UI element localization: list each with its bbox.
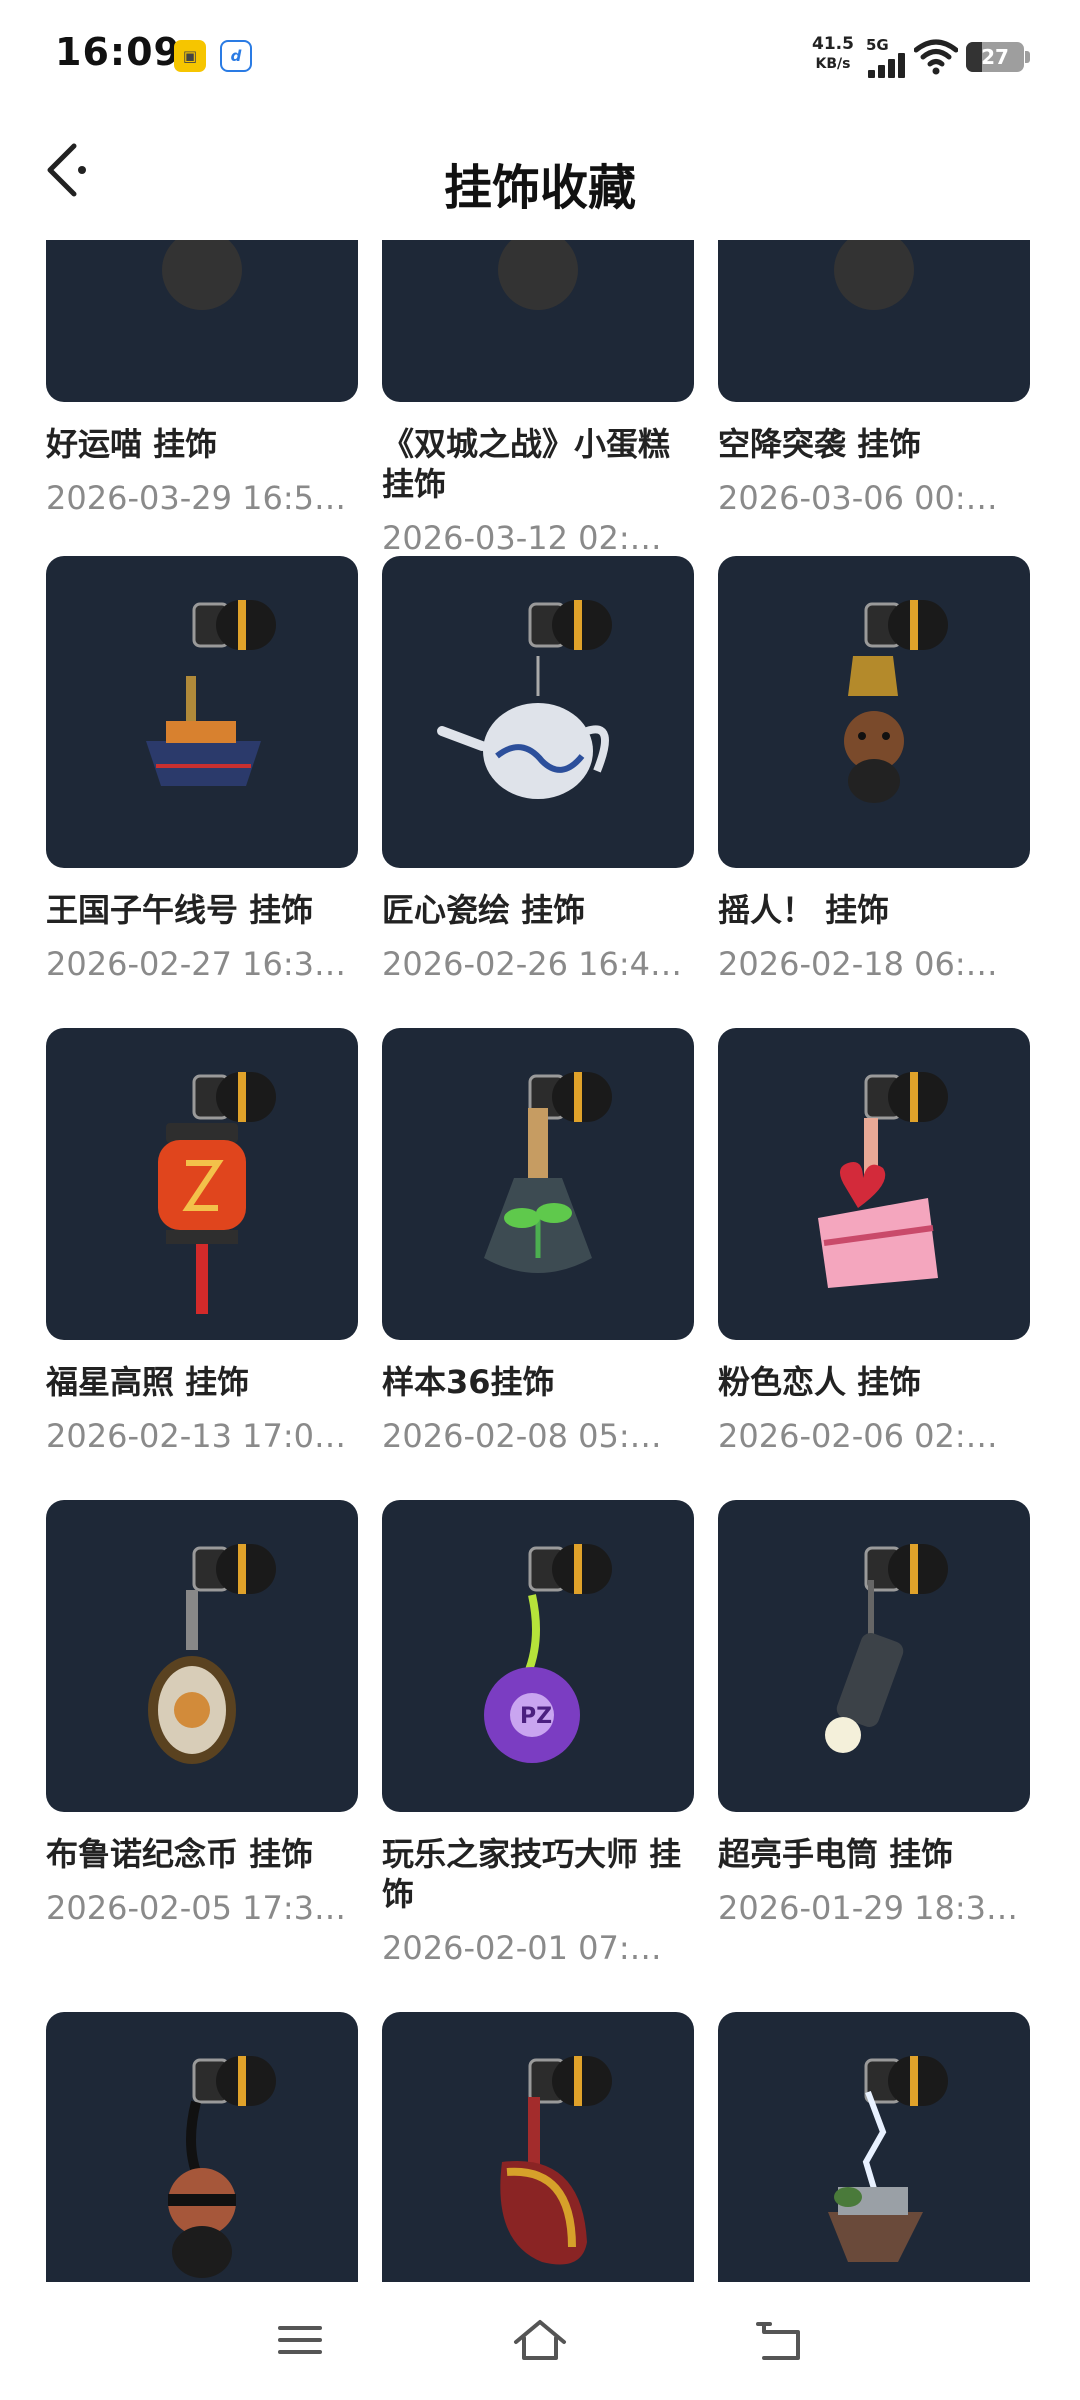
charm-item[interactable]: 布鲁诺纪念币 挂饰 2026-02-05 17:3… [46, 1500, 358, 1928]
charm-date: 2026-02-18 06:… [718, 945, 998, 983]
charm-item[interactable]: 深度分割 挂饰 [718, 2012, 1030, 2282]
charm-thumbnail[interactable] [718, 1500, 1030, 1812]
app-notification-icon-2: d [220, 40, 252, 72]
charm-thumbnail[interactable]: PZ [382, 1500, 694, 1812]
teapot-charm-icon [437, 600, 612, 799]
corgi-coin-charm-icon [148, 1544, 276, 1764]
charm-item[interactable]: 福星高照 挂饰 2026-02-13 17:0… [46, 1028, 358, 1456]
charm-date: 2026-03-06 00:… [718, 479, 998, 517]
charm-name: 福星高照 挂饰 [46, 1363, 250, 1401]
charm-date: 2026-02-26 16:4… [382, 945, 682, 983]
charm-date: 2026-02-27 16:3… [46, 945, 346, 983]
battery-icon: 27 [966, 42, 1024, 72]
charm-item[interactable]: 超亮手电筒 挂饰 2026-01-29 18:3… [718, 1500, 1030, 1928]
page-title: 挂饰收藏 [443, 160, 636, 216]
charm-item[interactable]: 空降突袭 挂饰 2026-03-06 00:… [718, 240, 1030, 518]
charm-item[interactable]: 粉色恋人 挂饰 2026-02-06 02:… [718, 1028, 1030, 1456]
status-time: 16:09 [55, 30, 181, 74]
back-nav-icon[interactable] [750, 2312, 810, 2368]
flashlight-charm-icon [825, 1544, 948, 1753]
svg-text:PZ: PZ [520, 1704, 552, 1729]
charm-thumbnail[interactable] [382, 240, 694, 402]
charm-date: 2026-02-06 02:… [718, 1417, 998, 1455]
charm-date: 2026-02-05 17:3… [46, 1889, 346, 1927]
floating-island-charm-icon [828, 2056, 948, 2262]
yoyo-charm-icon: PZ [484, 1544, 612, 1763]
charm-name: 粉色恋人 挂饰 [718, 1363, 922, 1401]
system-nav-bar [0, 2282, 1080, 2400]
charm-item[interactable]: 多功能拖鞋 挂饰 [382, 2012, 694, 2282]
charm-thumbnail[interactable] [46, 556, 358, 868]
charm-thumbnail[interactable] [718, 2012, 1030, 2282]
battery-tip [1025, 51, 1030, 63]
charm-date: 2026-03-29 16:5… [46, 479, 346, 517]
charm-name: 好运喵 挂饰 [46, 425, 218, 463]
slipper-charm-icon [500, 2056, 612, 2265]
charm-item[interactable]: 匠心瓷绘 挂饰 2026-02-26 16:4… [382, 556, 694, 984]
charm-item[interactable]: PZ 玩乐之家技巧大师 挂饰 2026-02-01 07:… [382, 1500, 694, 1968]
charm-date: 2026-02-01 07:… [382, 1929, 662, 1967]
charm-name: 样本36挂饰 [382, 1363, 555, 1401]
ship-charm-icon [146, 600, 276, 786]
charm-item[interactable]: 样本36挂饰 2026-02-08 05:… [382, 1028, 694, 1456]
charm-name: 王国子午线号 挂饰 [46, 891, 314, 929]
charm-name: 《双城之战》小蛋糕 挂饰 [382, 425, 671, 503]
network-speed-value: 41.5 [812, 34, 854, 54]
charm-thumbnail[interactable] [382, 1028, 694, 1340]
ninja-bear-charm-icon [168, 2056, 276, 2278]
airdrop-charm-icon [834, 240, 914, 310]
charm-name: 布鲁诺纪念币 挂饰 [46, 1835, 314, 1873]
heart-cake-charm-icon [818, 1072, 948, 1288]
charm-name: 超亮手电筒 挂饰 [718, 1835, 954, 1873]
network-speed: 41.5 KB/s [806, 34, 860, 74]
header: 挂饰收藏 [0, 110, 1080, 240]
sprout-flask-charm-icon [484, 1072, 612, 1273]
charm-thumbnail[interactable] [382, 556, 694, 868]
charm-item[interactable]: 好运喵 挂饰 2026-03-29 16:5… [46, 240, 358, 518]
charm-item[interactable]: 熊出击 挂饰 [46, 2012, 358, 2282]
charm-thumbnail[interactable] [718, 1028, 1030, 1340]
charm-thumbnail[interactable] [382, 2012, 694, 2282]
charm-thumbnail[interactable] [46, 240, 358, 402]
charm-name: 空降突袭 挂饰 [718, 425, 922, 463]
app-notification-icon: ▣ [174, 40, 206, 72]
charm-thumbnail[interactable] [718, 240, 1030, 402]
charm-item[interactable]: 《双城之战》小蛋糕 挂饰 2026-03-12 02:… [382, 240, 694, 558]
lantern-charm-icon [158, 1072, 276, 1314]
charm-name: 摇人！ 挂饰 [718, 891, 890, 929]
status-bar: 16:09 ▣ d 41.5 KB/s 5G 27 [0, 0, 1080, 110]
charm-thumbnail[interactable] [46, 1028, 358, 1340]
charm-thumbnail[interactable] [46, 1500, 358, 1812]
signal-icon [868, 52, 908, 78]
charm-item[interactable]: 摇人！ 挂饰 2026-02-18 06:… [718, 556, 1030, 984]
wifi-icon [914, 39, 958, 75]
cake-charm-icon [498, 240, 578, 310]
home-icon[interactable] [510, 2312, 570, 2368]
charm-date: 2026-02-13 17:0… [46, 1417, 346, 1455]
network-speed-unit: KB/s [815, 56, 851, 72]
charm-name: 匠心瓷绘 挂饰 [382, 891, 586, 929]
menu-icon[interactable] [270, 2312, 330, 2368]
bell-bear-charm-icon [844, 600, 948, 803]
cat-charm-icon [162, 240, 242, 310]
charm-grid[interactable]: 好运喵 挂饰 2026-03-29 16:5… 《双城之战》小蛋糕 挂饰 2026-0… [0, 240, 1080, 2282]
battery-level: 27 [981, 45, 1009, 69]
charm-thumbnail[interactable] [46, 2012, 358, 2282]
charm-date: 2026-01-29 18:3… [718, 1889, 1018, 1927]
charm-date: 2026-02-08 05:… [382, 1417, 662, 1455]
charm-name: 玩乐之家技巧大师 挂饰 [382, 1835, 682, 1913]
charm-date: 2026-03-12 02:… [382, 519, 662, 557]
charm-item[interactable]: 王国子午线号 挂饰 2026-02-27 16:3… [46, 556, 358, 984]
charm-thumbnail[interactable] [718, 556, 1030, 868]
